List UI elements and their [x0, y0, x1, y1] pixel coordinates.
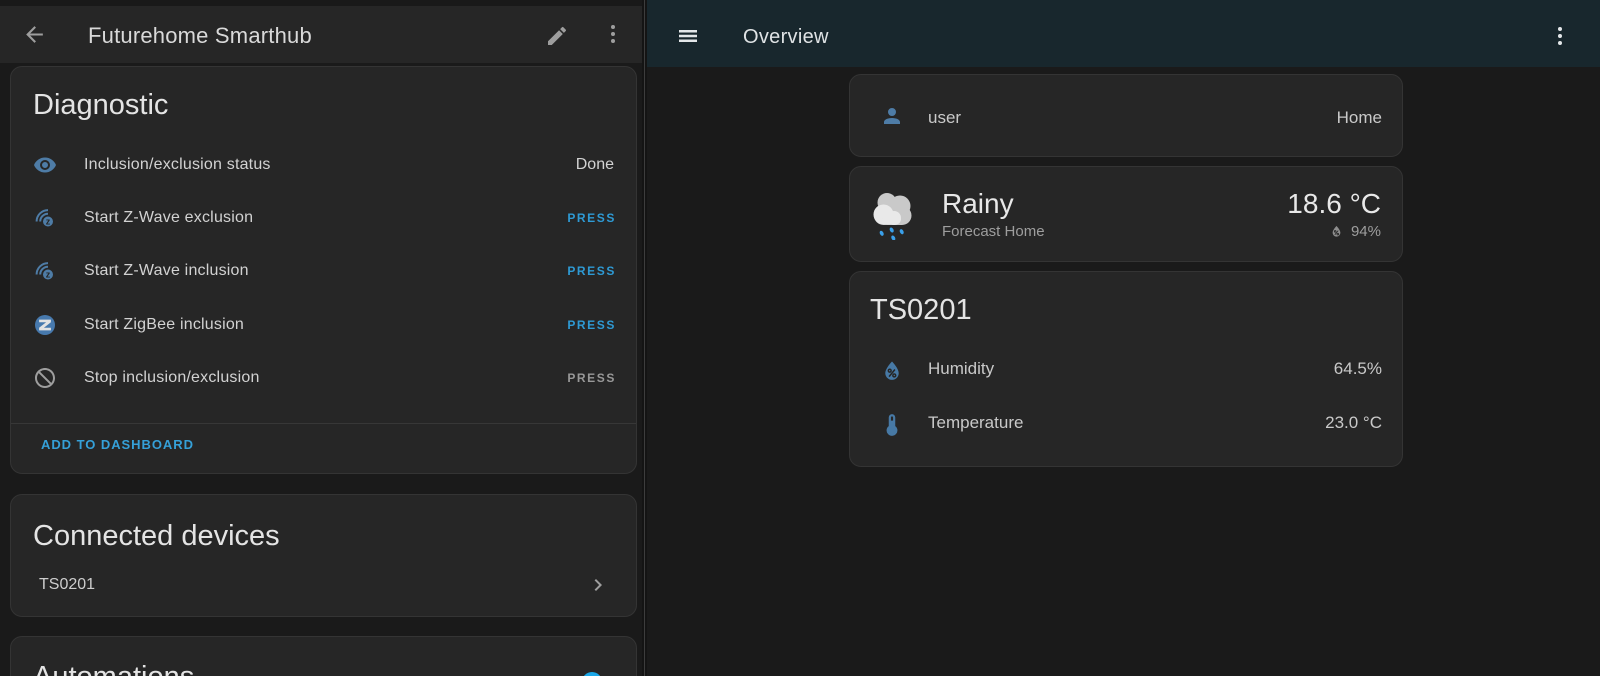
overflow-menu-icon[interactable] [1548, 24, 1572, 48]
connected-devices-card: Connected devices TS0201 [10, 494, 637, 617]
weather-card[interactable]: Rainy Forecast Home 18.6 °C 94% [849, 166, 1403, 262]
diagnostic-card-title: Diagnostic [33, 88, 168, 122]
overview-window: Overview user Home Rainy Forecast Home [647, 0, 1600, 676]
diagnostic-row-zwave-exclusion: z Start Z-Wave exclusion PRESS [11, 191, 636, 244]
humidity-icon [879, 358, 905, 384]
humidity-small-icon [1329, 224, 1344, 239]
sensor-label: Humidity [928, 359, 994, 379]
row-label: Inclusion/exclusion status [84, 156, 271, 174]
z-wave-icon: z [33, 206, 57, 230]
dialog-header: Futurehome Smarthub [0, 6, 642, 63]
overview-app-bar: Overview [647, 0, 1600, 67]
add-to-dashboard-button[interactable]: ADD TO DASHBOARD [41, 437, 194, 452]
account-icon [880, 104, 904, 128]
sensor-value: 23.0 °C [1325, 413, 1382, 433]
chevron-right-icon [586, 573, 610, 597]
edit-pencil-icon[interactable] [545, 24, 569, 48]
connected-devices-title: Connected devices [33, 519, 280, 553]
window-separator [644, 0, 645, 676]
dialog-title: Futurehome Smarthub [88, 22, 312, 50]
automations-title: Automations [33, 660, 194, 676]
weather-humidity: 94% [1351, 223, 1381, 240]
sensor-label: Temperature [928, 413, 1023, 433]
add-automation-icon[interactable] [580, 670, 604, 676]
press-button[interactable]: PRESS [567, 264, 616, 278]
z-wave-icon: z [33, 259, 57, 283]
sensor-card-title: TS0201 [870, 293, 972, 327]
user-entity-state: Home [1337, 108, 1382, 128]
svg-text:z: z [46, 217, 51, 227]
press-button[interactable]: PRESS [567, 211, 616, 225]
cancel-icon [33, 366, 57, 390]
user-entity-name: user [928, 108, 961, 128]
weather-state: Rainy [942, 188, 1045, 220]
diagnostic-row-zigbee-inclusion: Start ZigBee inclusion PRESS [11, 298, 636, 351]
press-button[interactable]: PRESS [567, 318, 616, 332]
hamburger-menu-icon[interactable] [676, 24, 700, 48]
eye-icon [33, 153, 57, 177]
sensor-card-ts0201: TS0201 Humidity 64.5% Temperature 23.0 °… [849, 271, 1403, 467]
row-label: Start ZigBee inclusion [84, 316, 244, 334]
sensor-row-humidity[interactable]: Humidity 64.5% [850, 342, 1402, 396]
row-label: Start Z-Wave inclusion [84, 262, 249, 280]
svg-text:z: z [46, 270, 51, 280]
device-row-ts0201[interactable]: TS0201 [11, 558, 636, 612]
rainy-weather-icon [870, 188, 918, 240]
weather-subtitle: Forecast Home [942, 222, 1045, 241]
diagnostic-row-stop-inclusion: Stop inclusion/exclusion PRESS [11, 352, 636, 405]
sensor-row-temperature[interactable]: Temperature 23.0 °C [850, 396, 1402, 450]
row-value: Done [576, 156, 614, 174]
sensor-value: 64.5% [1334, 359, 1382, 379]
diagnostic-row-inclusion-status: Inclusion/exclusion status Done [11, 138, 636, 191]
row-label: Stop inclusion/exclusion [84, 369, 260, 387]
card-actions-divider [11, 423, 636, 424]
device-name: TS0201 [39, 576, 95, 594]
automations-card: Automations [10, 636, 637, 676]
zigbee-icon [33, 313, 57, 337]
row-label: Start Z-Wave exclusion [84, 209, 253, 227]
overview-title: Overview [743, 24, 829, 50]
press-button-disabled: PRESS [567, 371, 616, 385]
overflow-menu-icon[interactable] [601, 22, 625, 46]
thermometer-icon [879, 412, 905, 438]
diagnostic-row-zwave-inclusion: z Start Z-Wave inclusion PRESS [11, 245, 636, 298]
back-arrow-icon[interactable] [22, 22, 47, 47]
device-dialog-window: Futurehome Smarthub Diagnostic Inclusion… [0, 0, 642, 676]
diagnostic-card: Diagnostic Inclusion/exclusion status Do… [10, 66, 637, 474]
weather-temperature: 18.6 °C [1287, 188, 1381, 220]
user-entity-card[interactable]: user Home [849, 74, 1403, 157]
